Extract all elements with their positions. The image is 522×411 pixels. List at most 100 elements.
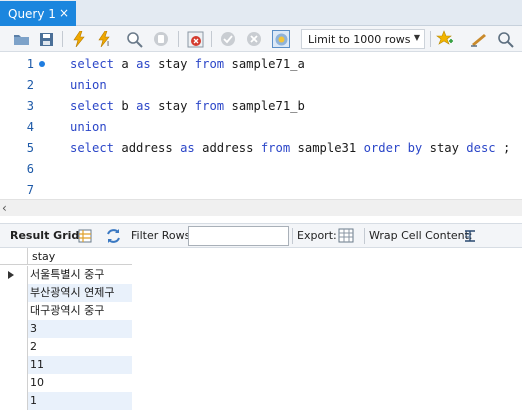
sql-token: sample71_a — [231, 57, 305, 71]
table-row[interactable]: 11 — [0, 356, 132, 374]
sql-keyword: union — [70, 120, 107, 134]
line-number: 2 — [26, 78, 34, 92]
sql-keyword: desc — [466, 141, 496, 155]
table-cell[interactable]: 3 — [28, 320, 132, 338]
limit-rows-value: Limit to 1000 rows — [308, 32, 411, 46]
sql-token: b — [121, 99, 137, 113]
table-cell[interactable]: 2 — [28, 338, 132, 356]
row-header[interactable] — [0, 338, 28, 356]
row-header[interactable] — [0, 356, 28, 374]
code-text: union — [70, 75, 114, 96]
add-snippet-icon[interactable] — [436, 30, 454, 48]
editor-horizontal-scrollbar[interactable]: ‹ — [0, 199, 522, 216]
sql-keyword: from — [194, 57, 225, 71]
table-cell[interactable]: 10 — [28, 374, 132, 392]
explain-icon[interactable] — [125, 30, 143, 48]
sql-toolbar: I Limit to 1000 rows ▼ — [0, 26, 522, 52]
row-header[interactable] — [0, 302, 28, 320]
table-cell[interactable]: 대구광역시 중구 — [28, 302, 132, 320]
code-line[interactable]: 3 select b as stay from sample71_b — [0, 96, 522, 117]
svg-text:I: I — [107, 40, 109, 47]
code-line[interactable]: 2 union — [0, 75, 522, 96]
limit-rows-select[interactable]: Limit to 1000 rows ▼ — [301, 29, 425, 49]
wrap-cell-label: Wrap Cell Content: — [369, 229, 473, 242]
table-row[interactable]: 2 — [0, 338, 132, 356]
sql-keyword: order by — [363, 141, 423, 155]
sql-token: ; — [503, 141, 511, 155]
rollback-icon[interactable] — [245, 30, 263, 48]
sql-token: address — [121, 141, 181, 155]
scroll-left-icon[interactable]: ‹ — [2, 201, 7, 215]
code-line[interactable]: 5 select address as address from sample31… — [0, 138, 522, 159]
row-header[interactable] — [0, 266, 28, 284]
sql-keyword: select — [70, 57, 115, 71]
sql-token: stay — [158, 99, 195, 113]
beautify-icon[interactable] — [470, 30, 488, 48]
table-cell[interactable]: 11 — [28, 356, 132, 374]
sql-keyword: as — [136, 57, 151, 71]
table-row[interactable]: 부산광역시 연제구 — [0, 284, 132, 302]
table-cell[interactable]: 1 — [28, 392, 132, 410]
stop-icon[interactable] — [152, 30, 170, 48]
code-text: select b as stay from sample71_b — [70, 96, 305, 117]
line-number: 6 — [26, 162, 34, 176]
autocommit-icon[interactable] — [272, 30, 290, 48]
sql-token: sample71_b — [231, 99, 305, 113]
commit-icon[interactable] — [219, 30, 237, 48]
result-grid[interactable]: stay 서울특별시 중구 부산광역시 연제구 대구광역시 중구 3 2 11 10 1 — [0, 248, 522, 411]
line-number: 5 — [26, 141, 34, 155]
sql-keyword: union — [70, 78, 107, 92]
refresh-icon[interactable] — [104, 227, 122, 245]
row-header[interactable] — [0, 392, 28, 410]
sql-keyword: from — [194, 99, 225, 113]
result-grid-label[interactable]: Result Grid — [10, 229, 79, 242]
row-header[interactable] — [0, 374, 28, 392]
filter-rows-input[interactable] — [188, 226, 289, 246]
execute-current-icon[interactable]: I — [97, 30, 115, 48]
result-toolbar: Result Grid Filter Rows: Export: Wrap Ce… — [0, 223, 522, 248]
code-text: select address as address from sample31 … — [70, 138, 510, 159]
sql-keyword: from — [260, 141, 291, 155]
current-row-icon — [8, 271, 14, 279]
code-line[interactable]: 7 — [0, 180, 522, 201]
table-cell[interactable]: 부산광역시 연제구 — [28, 284, 132, 302]
sql-keyword: select — [70, 99, 115, 113]
sql-token: address — [202, 141, 261, 155]
code-line[interactable]: 4 union — [0, 117, 522, 138]
row-header[interactable] — [0, 320, 28, 338]
search-icon[interactable] — [496, 30, 514, 48]
table-row[interactable]: 1 — [0, 392, 132, 410]
chevron-down-icon: ▼ — [413, 33, 420, 42]
sql-token: stay — [429, 141, 467, 155]
save-icon[interactable] — [37, 30, 55, 48]
tab-query-1[interactable]: Query 1 × — [0, 1, 76, 26]
filter-rows-label: Filter Rows: — [131, 229, 195, 242]
close-icon[interactable]: × — [59, 6, 69, 20]
table-row[interactable]: 3 — [0, 320, 132, 338]
wrap-cell-icon[interactable] — [461, 227, 479, 245]
code-line[interactable]: 6 — [0, 159, 522, 180]
sql-keyword: select — [70, 141, 115, 155]
column-header-stay[interactable]: stay — [28, 248, 132, 265]
sql-editor[interactable]: 1 select a as stay from sample71_a 2 union … — [0, 52, 522, 199]
line-number: 7 — [26, 183, 34, 197]
table-row[interactable]: 10 — [0, 374, 132, 392]
sql-token: a — [121, 57, 137, 71]
grid-view-icon[interactable] — [76, 227, 94, 245]
table-cell[interactable]: 서울특별시 중구 — [28, 266, 132, 284]
row-header[interactable] — [0, 284, 28, 302]
grid-corner — [0, 248, 28, 265]
current-line-marker-icon — [39, 61, 45, 67]
table-row[interactable]: 대구광역시 중구 — [0, 302, 132, 320]
line-number: 4 — [26, 120, 34, 134]
export-label: Export: — [297, 229, 337, 242]
export-icon[interactable] — [337, 227, 355, 245]
toggle-error-icon[interactable] — [186, 30, 204, 48]
code-text: union — [70, 117, 114, 138]
tab-label: Query 1 — [8, 6, 56, 21]
sql-token: stay — [158, 57, 195, 71]
code-line[interactable]: 1 select a as stay from sample71_a — [0, 54, 522, 75]
execute-icon[interactable] — [70, 30, 88, 48]
table-row[interactable]: 서울특별시 중구 — [0, 266, 132, 284]
open-folder-icon[interactable] — [12, 30, 30, 48]
